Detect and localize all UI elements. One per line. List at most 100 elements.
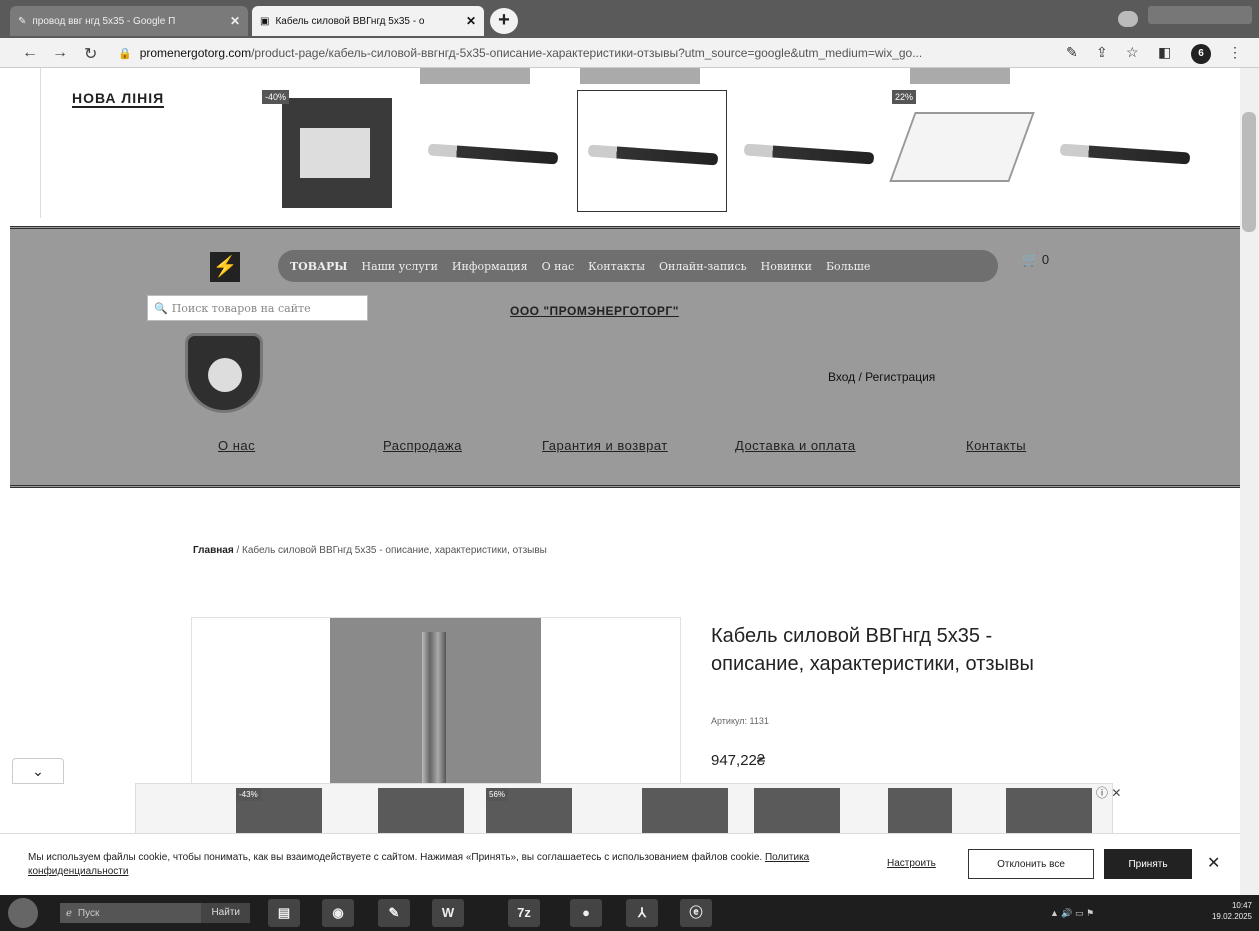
cart-button[interactable]: 🛒 0 [1022,252,1049,268]
submenu-contacts[interactable]: Контакты [966,438,1026,453]
menu-item-booking[interactable]: Онлайн-запись [659,260,747,273]
carousel-item-selected[interactable] [577,90,727,212]
decline-all-button[interactable]: Отклонить все [968,849,1094,879]
taskbar-search[interactable]: ℯ Пуск Найти [60,903,250,923]
start-button[interactable] [8,898,38,928]
acrobat-icon[interactable]: ⅄ [626,899,658,927]
ad-item[interactable]: -43% [236,788,322,834]
new-tab-button[interactable]: + [490,8,518,34]
chrome-icon[interactable]: ◉ [322,899,354,927]
ad-item[interactable] [378,788,464,834]
cable-image [587,144,719,166]
submenu-sale[interactable]: Распродажа [383,438,462,453]
clock-date: 19.02.2025 [1211,912,1252,921]
ad-item[interactable]: 56% [486,788,572,834]
product-sku: Артикул: 1131 [711,716,769,726]
forward-icon[interactable]: → [52,44,68,62]
cookie-message: Мы используем файлы cookie, чтобы понима… [28,852,763,863]
cable-image [427,143,559,165]
menu-item-services[interactable]: Наши услуги [362,260,438,273]
tab-google-search[interactable]: ✎ провод ввг нгд 5х35 - Google П ✕ [10,6,248,36]
menu-item-contacts[interactable]: Контакты [588,260,645,273]
cart-count: 0 [1041,252,1050,267]
cable-image [743,143,875,165]
back-icon[interactable]: ← [22,44,38,62]
url-host: promenergotorg.com [139,46,252,60]
carousel-item[interactable]: -40% [262,90,412,212]
account-avatar[interactable]: 6 [1191,44,1211,64]
cookie-settings-link[interactable]: Настроить [887,858,936,869]
address-toolbar: ← → ↻ 🔒 promenergotorg.com /product-page… [0,38,1259,68]
address-bar[interactable]: 🔒 promenergotorg.com /product-page/кабел… [118,42,1058,64]
carousel-item[interactable] [1050,90,1191,212]
furniture-image [282,98,392,208]
file-explorer-icon[interactable]: ▤ [268,899,300,927]
submenu-about[interactable]: О нас [218,438,255,453]
ad-item[interactable] [1006,788,1092,834]
menu-item-about[interactable]: О нас [542,260,575,273]
ie-icon[interactable]: ⓔ [680,899,712,927]
carousel-item[interactable] [734,90,884,212]
system-tray[interactable]: ▲ 🔊 ▭ ⚑ [1050,908,1094,919]
extension-icon[interactable]: ✎ [1066,44,1078,61]
carousel-item-partial[interactable] [910,68,1010,84]
side-panel-icon[interactable]: ◧ [1158,44,1171,61]
window-controls[interactable] [1148,6,1252,24]
carousel-item[interactable] [418,90,568,212]
clock-time: 10:47 [1231,901,1252,910]
menu-item-info[interactable]: Информация [452,260,528,273]
carousel-item[interactable]: 22% [889,90,1042,212]
search-placeholder: Поиск товаров на сайте [171,301,311,315]
submenu-delivery[interactable]: Доставка и оплата [735,438,856,453]
chrome-profile-icon[interactable] [1118,11,1138,27]
word-icon[interactable]: W [432,899,464,927]
submenu-warranty[interactable]: Гарантия и возврат [542,438,668,453]
7zip-icon[interactable]: 7z [508,899,540,927]
bookmark-star-icon[interactable]: ☆ [1126,44,1139,61]
login-link[interactable]: Вход / Регистрация [828,370,935,384]
tab-close-icon[interactable]: ✕ [466,14,476,28]
carousel-item-partial[interactable] [420,68,530,84]
menu-dots-icon[interactable]: ⋮ [1228,44,1242,61]
clock[interactable]: 10:47 19.02.2025 [1192,900,1252,922]
shield-badge-icon [185,333,263,413]
ad-item[interactable] [754,788,840,834]
tab-product-page[interactable]: ▣ Кабель силовой ВВГнгд 5х35 - о ✕ [252,6,484,36]
company-name[interactable]: ООО "ПРОМЭНЕРГОТОРГ" [510,304,679,318]
url-path: /product-page/кабель-силовой-ввгнгд-5х35… [251,46,923,60]
tab-close-icon[interactable]: ✕ [230,14,240,28]
discount-badge: 56% [486,788,509,801]
ad-banner[interactable]: -43% 56% [135,783,1113,835]
menu-item-new[interactable]: Новинки [761,260,812,273]
menu-item-more[interactable]: Больше [826,260,870,273]
ad-close-icon[interactable]: ⓘ ✕ [1096,784,1121,801]
close-icon[interactable]: ✕ [1207,853,1220,873]
taskbar-search-button[interactable]: Найти [201,903,250,923]
product-title: Кабель силовой ВВГнгд 5х35 - описание, х… [711,625,1034,675]
ad-item[interactable] [642,788,728,834]
carousel-item-partial[interactable] [580,68,700,84]
media-icon[interactable]: ● [570,899,602,927]
accept-button[interactable]: Принять [1104,849,1192,879]
ad-item[interactable] [888,788,952,834]
paint-icon[interactable]: ✎ [378,899,410,927]
product-image[interactable] [330,618,541,788]
brand-logo[interactable]: НОВА ЛІНІЯ [72,90,165,108]
share-icon[interactable]: ⇪ [1096,44,1108,61]
breadcrumb-home[interactable]: Главная [193,545,234,556]
browser-icon: ℯ [66,907,72,919]
cookie-text: Мы используем файлы cookie, чтобы понима… [28,851,848,879]
lightning-logo-icon[interactable]: ⚡ [210,252,240,282]
tab-label: Кабель силовой ВВГнгд 5х35 - о [275,15,425,27]
search-icon: 🔍 [154,301,168,315]
cart-icon: 🛒 [1022,252,1039,267]
tab-label: провод ввг нгд 5х35 - Google П [32,15,176,27]
chevron-down-icon[interactable]: ⌄ [12,758,64,784]
menu-item-products[interactable]: ТОВАРЫ [290,260,348,273]
reload-icon[interactable]: ↻ [84,44,97,64]
scrollbar-thumb[interactable] [1242,112,1256,232]
product-price: 947,22₴ [711,752,766,769]
site-search-input[interactable]: 🔍 Поиск товаров на сайте [147,295,368,321]
main-menu: ТОВАРЫ Наши услуги Информация О нас Конт… [278,250,998,282]
discount-badge: -43% [236,788,261,801]
